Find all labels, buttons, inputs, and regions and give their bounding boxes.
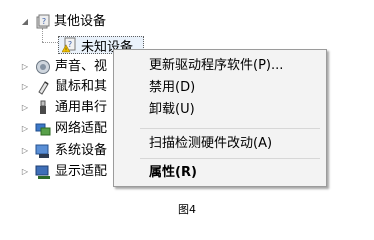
collapse-triangle-icon[interactable]: ◢ — [20, 13, 30, 31]
tree-item-label: 系统设备 — [55, 143, 108, 158]
expand-triangle-icon[interactable]: ▷ — [20, 58, 30, 76]
tree-item-label: 网络适配 — [55, 121, 108, 136]
expand-triangle-icon[interactable]: ▷ — [20, 99, 30, 117]
tree-guide-line — [42, 42, 58, 43]
display-adapter-icon — [35, 164, 51, 180]
menu-item-disable[interactable]: 禁用(D) — [149, 78, 195, 98]
menu-item-update-driver[interactable]: 更新驱动程序软件(P)... — [149, 56, 283, 76]
svg-text:!: ! — [65, 48, 67, 54]
menu-item-uninstall[interactable]: 卸载(U) — [149, 100, 195, 120]
expand-triangle-icon[interactable]: ▷ — [20, 120, 30, 138]
tree-guide-line — [42, 28, 43, 42]
menu-item-properties[interactable]: 属性(R) — [149, 163, 197, 183]
expand-triangle-icon[interactable]: ▷ — [20, 142, 30, 160]
tree-item-label: 声音、视 — [55, 59, 108, 74]
tree-item-label: 鼠标和其 — [55, 79, 108, 94]
menu-item-scan-hardware[interactable]: 扫描检测硬件改动(A) — [149, 134, 272, 154]
menu-separator — [140, 128, 320, 129]
system-device-icon — [35, 143, 51, 159]
mouse-icon — [35, 79, 51, 95]
tree-item-label: 显示适配 — [55, 164, 108, 179]
tree-item-label: 通用串行 — [55, 100, 108, 115]
usb-plug-icon — [35, 100, 51, 116]
speaker-icon — [35, 59, 51, 75]
context-menu: 更新驱动程序软件(P)... 禁用(D) 卸载(U) 扫描检测硬件改动(A) 属… — [113, 49, 327, 187]
unknown-device-warning-icon: ? ! — [61, 37, 78, 54]
network-adapter-icon — [35, 121, 51, 137]
unknown-device-category-icon: ? — [35, 14, 51, 30]
expand-triangle-icon[interactable]: ▷ — [20, 78, 30, 96]
expand-triangle-icon[interactable]: ▷ — [20, 163, 30, 181]
menu-separator — [140, 158, 320, 159]
tree-item-label: 其他设备 — [54, 14, 107, 29]
svg-text:?: ? — [68, 40, 72, 49]
svg-text:?: ? — [42, 17, 46, 26]
figure-caption: 图4 — [178, 203, 196, 216]
